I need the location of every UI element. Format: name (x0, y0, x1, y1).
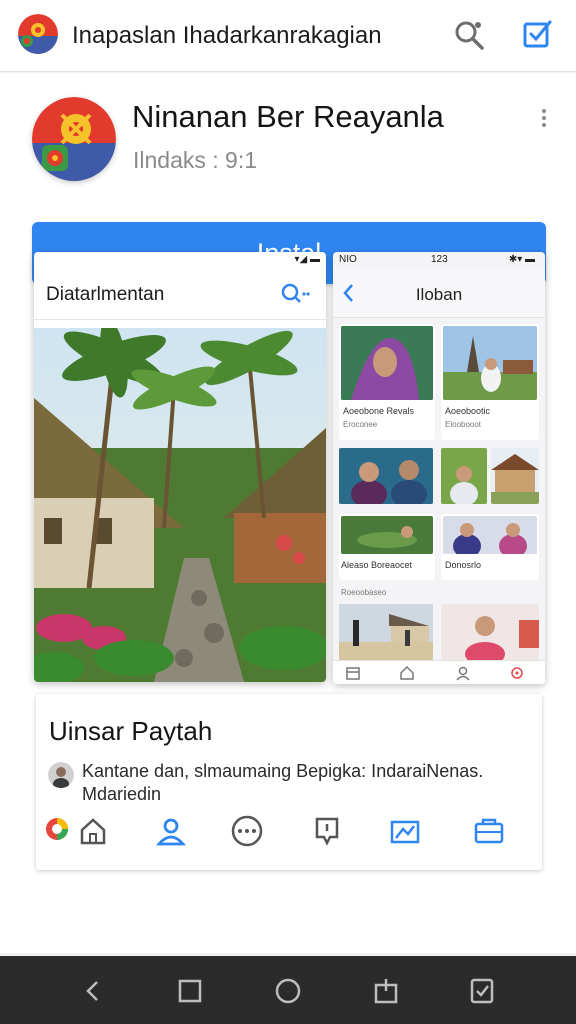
screenshot-header: Diatarlmentan (34, 270, 326, 320)
grid-card: Aleaso Boreaocet (339, 514, 435, 580)
description-text: Kantane dan, slmaumaing Bepigka: Indarai… (82, 761, 484, 804)
system-nav-bar (0, 956, 576, 1024)
status-mid: 123 (431, 254, 448, 265)
back-icon[interactable] (78, 976, 108, 1006)
wallet-icon[interactable] (472, 814, 506, 848)
village-photo (34, 318, 326, 682)
home-icon[interactable] (76, 814, 110, 848)
card-caption: Aoeobone Revals (343, 406, 415, 416)
screenshot-icon[interactable] (467, 976, 497, 1006)
home-circle-icon[interactable] (273, 976, 303, 1006)
app-description-card: Uinsar Paytah Kantane dan, slmaumaing Be… (36, 694, 542, 870)
calendar-tab-icon (345, 665, 361, 681)
app-screenshot-2[interactable]: NIO 123 ✱▾ ▬ Iloban Aoeobone Revals Eroc… (333, 252, 545, 684)
recents-icon[interactable] (175, 976, 205, 1006)
house-photo (491, 448, 539, 504)
card-caption: Donosrlo (445, 560, 482, 570)
more-circle-icon[interactable] (230, 814, 264, 848)
notifications-tab-icon (509, 665, 525, 681)
app-screenshot-1[interactable]: ▾◢ ▬ Diatarlmentan (34, 252, 326, 682)
app-subtitle: Ilndaks : 9:1 (133, 147, 258, 173)
status-left: NIO (339, 254, 357, 265)
people-photo (339, 448, 433, 504)
share-icon[interactable] (388, 814, 422, 848)
search-icon (280, 282, 310, 306)
grid-card: Donosrlo (441, 514, 539, 580)
card-caption: Aoeobootic (445, 406, 491, 416)
action-row (36, 814, 542, 854)
screenshot-title: Iloban (415, 285, 463, 304)
grid-card: Aoeobootic Eloobooot (441, 324, 539, 440)
app-icon (32, 97, 116, 181)
app-name: Ninanan Ber Reayanla (132, 99, 444, 134)
temple-photo (443, 326, 537, 400)
village-street-photo (339, 604, 433, 660)
app-logo-icon[interactable] (18, 14, 58, 54)
screenshot-title: Diatarlmentan (46, 284, 165, 305)
card-subcaption: Eloobooot (445, 420, 482, 429)
avatar (48, 762, 74, 788)
grid-card: Aoeobone Revals Eroconee (339, 324, 435, 440)
header-title: Inapaslan Ihadarkanrakagian (72, 22, 382, 49)
home-tab-icon (399, 665, 415, 681)
top-app-bar: Inapaslan Ihadarkanrakagian (0, 0, 576, 72)
women-photo (443, 516, 537, 554)
woman-smiling-photo (441, 604, 539, 660)
screenshot-header: Iloban (333, 270, 545, 318)
description-title: Uinsar Paytah (49, 716, 213, 746)
status-right: ✱▾ ▬ (508, 254, 535, 265)
section-label: Roeoobaseo (341, 588, 387, 597)
card-caption: Aleaso Boreaocet (341, 560, 413, 570)
colorful-app-icon[interactable] (44, 816, 70, 842)
hammock-photo (341, 516, 433, 554)
upload-icon[interactable] (371, 976, 401, 1006)
profile-tab-icon (455, 665, 471, 681)
pin-icon[interactable] (310, 814, 344, 848)
user-icon[interactable] (154, 814, 188, 848)
status-bar: ▾◢ ▬ (294, 254, 321, 265)
more-vertical-icon[interactable] (538, 109, 550, 131)
portrait-photo (341, 326, 433, 400)
search-icon[interactable] (452, 18, 486, 52)
person-photo (441, 448, 487, 504)
edit-checkbox-icon[interactable] (520, 16, 556, 52)
card-subcaption: Eroconee (343, 420, 378, 429)
tab-bar (333, 660, 545, 684)
